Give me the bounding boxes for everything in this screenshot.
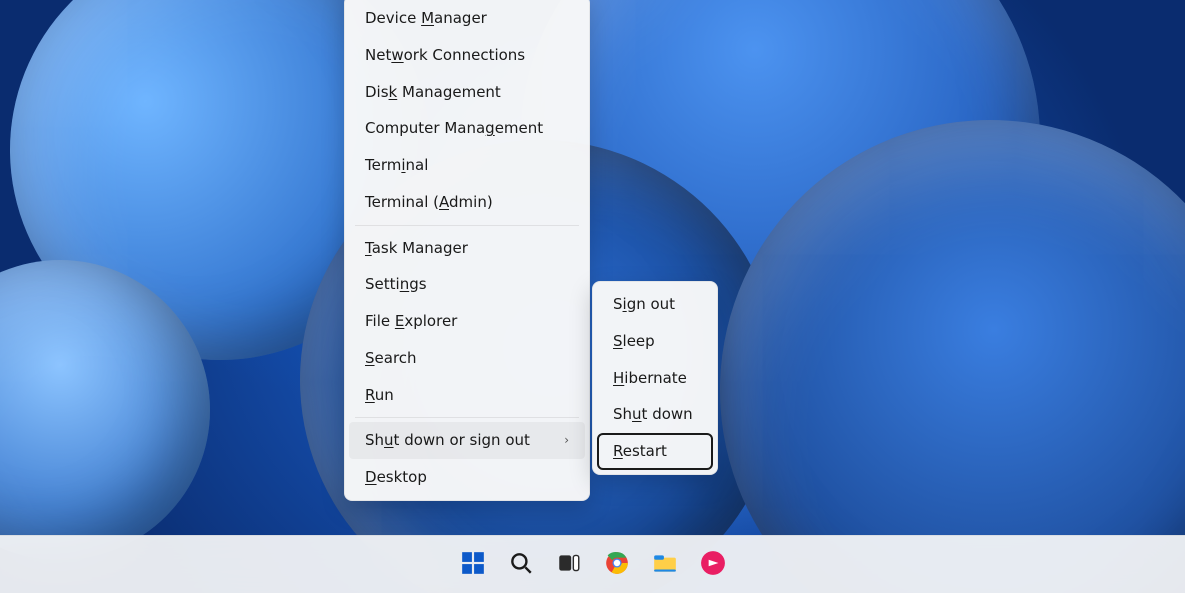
winx-disk-management[interactable]: Disk Management: [349, 74, 585, 111]
menu-item-label: Terminal (Admin): [365, 193, 493, 212]
search-icon: [508, 550, 534, 580]
winx-computer-management[interactable]: Computer Management: [349, 110, 585, 147]
winx-settings[interactable]: Settings: [349, 266, 585, 303]
menu-item-label: File Explorer: [365, 312, 457, 331]
chrome-button[interactable]: [596, 544, 638, 586]
power-shut-down[interactable]: Shut down: [597, 396, 713, 433]
menu-item-label: Run: [365, 386, 394, 405]
power-sign-out[interactable]: Sign out: [597, 286, 713, 323]
winx-power-menu[interactable]: Device Manager Network Connections Disk Ma…: [344, 0, 590, 501]
menu-item-label: Sleep: [613, 332, 655, 351]
search-button[interactable]: [500, 544, 542, 586]
app-button[interactable]: [692, 544, 734, 586]
winx-device-manager[interactable]: Device Manager: [349, 0, 585, 37]
taskbar: [0, 535, 1185, 593]
explorer-icon: [652, 550, 678, 580]
menu-item-label: Computer Management: [365, 119, 543, 138]
winx-desktop[interactable]: Desktop: [349, 459, 585, 496]
chrome-icon: [604, 550, 630, 580]
winx-file-explorer[interactable]: File Explorer: [349, 303, 585, 340]
menu-item-label: Sign out: [613, 295, 675, 314]
winx-separator: [355, 225, 579, 226]
menu-item-label: Task Manager: [365, 239, 468, 258]
task-view-button[interactable]: [548, 544, 590, 586]
start-button[interactable]: [452, 544, 494, 586]
winx-shut-down-or-sign-out[interactable]: Shut down or sign out ›: [349, 422, 585, 459]
menu-item-label: Search: [365, 349, 417, 368]
winx-task-manager[interactable]: Task Manager: [349, 230, 585, 267]
winx-run[interactable]: Run: [349, 377, 585, 414]
winx-terminal[interactable]: Terminal: [349, 147, 585, 184]
menu-item-label: Hibernate: [613, 369, 687, 388]
menu-item-label: Terminal: [365, 156, 428, 175]
menu-item-label: Device Manager: [365, 9, 487, 28]
windows-icon: [460, 550, 486, 580]
taskview-icon: [556, 550, 582, 580]
menu-item-label: Desktop: [365, 468, 427, 487]
winx-network-connections[interactable]: Network Connections: [349, 37, 585, 74]
winx-terminal-admin[interactable]: Terminal (Admin): [349, 184, 585, 221]
power-sleep[interactable]: Sleep: [597, 323, 713, 360]
menu-item-label: Disk Management: [365, 83, 501, 102]
pinkapp-icon: [700, 550, 726, 580]
chevron-right-icon: ›: [564, 433, 569, 448]
winx-search[interactable]: Search: [349, 340, 585, 377]
menu-item-label: Restart: [613, 442, 667, 461]
power-hibernate[interactable]: Hibernate: [597, 360, 713, 397]
shutdown-submenu[interactable]: Sign out Sleep Hibernate Shut down Restart: [592, 281, 718, 475]
winx-separator: [355, 417, 579, 418]
menu-item-label: Settings: [365, 275, 427, 294]
menu-item-label: Network Connections: [365, 46, 525, 65]
file-explorer-button[interactable]: [644, 544, 686, 586]
menu-item-label: Shut down or sign out: [365, 431, 530, 450]
menu-item-label: Shut down: [613, 405, 693, 424]
power-restart[interactable]: Restart: [597, 433, 713, 470]
